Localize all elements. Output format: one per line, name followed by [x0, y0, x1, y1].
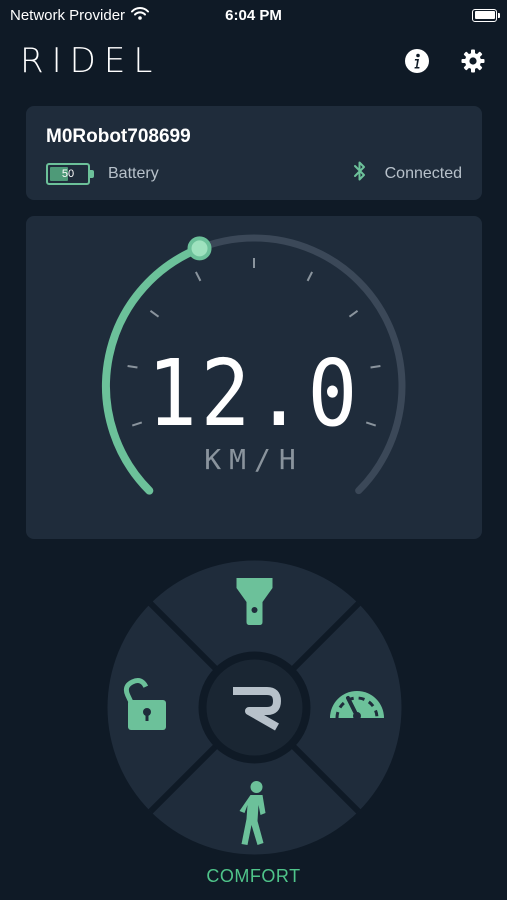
status-left: Network Provider	[10, 6, 150, 24]
speedometer-card: 12.0 KM/H	[26, 216, 482, 539]
device-card: M0Robot708699 50 Battery Connected	[26, 106, 482, 200]
connection-status: Connected	[384, 164, 462, 182]
gauge-tick	[194, 271, 202, 282]
ride-mode-label[interactable]: COMFORT	[0, 866, 507, 887]
header-actions	[403, 47, 487, 75]
carrier-label: Network Provider	[10, 6, 126, 24]
speed-unit: KM/H	[204, 443, 304, 476]
info-icon[interactable]	[403, 47, 431, 75]
logo-text: RIDEL	[20, 41, 161, 81]
battery-level: 50	[61, 167, 75, 180]
control-wheel	[107, 560, 402, 855]
gauge-tick	[306, 271, 314, 282]
app-header: RIDEL	[0, 30, 507, 92]
wifi-icon	[131, 6, 150, 24]
speed-value: 12.0	[147, 340, 361, 447]
battery-group: 50 Battery	[46, 162, 159, 185]
gauge-knob	[187, 236, 212, 261]
status-bar: Network Provider 6:04 PM	[0, 0, 507, 30]
connection-group: Connected	[353, 160, 462, 187]
status-battery-icon	[472, 8, 500, 22]
battery-label: Battery	[108, 164, 159, 182]
app-logo: RIDEL	[20, 41, 160, 81]
gauge-tick	[149, 309, 160, 318]
gear-icon[interactable]	[459, 47, 487, 75]
gauge-tick	[348, 309, 359, 318]
device-name: M0Robot708699	[46, 126, 191, 147]
bluetooth-icon	[353, 160, 367, 187]
battery-icon: 50	[46, 162, 94, 185]
device-status-row: 50 Battery Connected	[46, 160, 462, 187]
